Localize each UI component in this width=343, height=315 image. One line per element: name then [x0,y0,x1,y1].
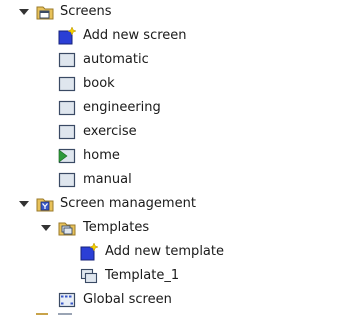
tree-item-label: Global screen [83,292,172,307]
start-screen-icon [58,147,76,165]
folder-icon [58,219,76,237]
tree-item-label: exercise [83,124,137,139]
template-icon [80,267,98,285]
tree-item-add-new-screen[interactable]: Add new screen [0,24,343,48]
expand-arrow-icon[interactable] [18,6,30,18]
tree-node-screens[interactable]: Screens [0,0,343,24]
tree-item-label: Add new screen [83,28,187,43]
management-folder-icon [36,195,54,213]
screen-icon [58,75,76,93]
tree-item-global-screen[interactable]: Global screen [0,288,343,312]
tree-node-templates[interactable]: Templates [0,216,343,240]
tree-item-label: Template_1 [105,268,180,283]
tree-item-label: home [83,148,120,163]
tree-item-screen-home[interactable]: home [0,144,343,168]
tree-item-screen-exercise[interactable]: exercise [0,120,343,144]
tree-item-label: book [83,76,115,91]
tree-item-screen-book[interactable]: book [0,72,343,96]
tree-node-label: Screen management [60,196,196,211]
screen-icon [58,123,76,141]
tree-item-screen-manual[interactable]: manual [0,168,343,192]
tree-node-label: Templates [83,220,150,235]
tree-item-label: engineering [83,100,161,115]
screen-icon [58,171,76,189]
tree-item-screen-automatic[interactable]: automatic [0,48,343,72]
add-new-icon [80,243,98,261]
add-new-icon [58,27,76,45]
screen-icon [58,51,76,69]
tree-item-label: manual [83,172,132,187]
tree-item-template-1[interactable]: Template_1 [0,264,343,288]
tree-item-label: automatic [83,52,149,67]
global-screen-icon [58,291,76,309]
tree-item-screen-engineering[interactable]: engineering [0,96,343,120]
tree-item-add-new-template[interactable]: Add new template [0,240,343,264]
screen-icon [58,99,76,117]
expand-arrow-icon[interactable] [40,222,52,234]
project-tree: Screens Add new screen automatic book en… [0,0,343,315]
tree-item-label: Add new template [105,244,224,259]
expand-arrow-icon[interactable] [18,198,30,210]
tree-node-label: Screens [60,4,112,19]
folder-icon [36,3,54,21]
tree-node-screen-management[interactable]: Screen management [0,192,343,216]
